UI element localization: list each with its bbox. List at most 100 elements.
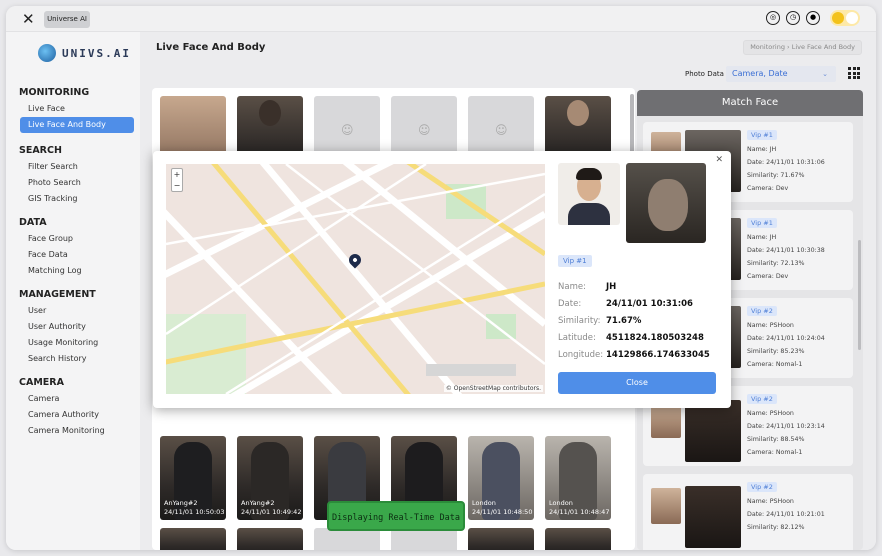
match-similarity: Similarity: 88.54% xyxy=(747,436,805,443)
map-attribution[interactable]: © OpenStreetMap contributors. xyxy=(443,385,543,392)
captured-face-image xyxy=(685,486,741,548)
sidebar-item-face-group[interactable]: Face Group xyxy=(6,231,140,247)
nav-section-title: MONITORING xyxy=(19,87,90,98)
vip-badge: Vip #2 xyxy=(747,482,777,492)
grid-view-icon[interactable] xyxy=(847,66,861,80)
thumb-caption: AnYang#2 24/11/01 10:50:03 xyxy=(164,499,225,516)
match-date: Date: 24/11/01 10:21:01 xyxy=(747,511,825,518)
vip-badge: Vip #1 xyxy=(558,255,592,267)
captured-face xyxy=(648,179,688,231)
match-name: Name: PSHoon xyxy=(747,410,794,417)
detail-value: 71.67% xyxy=(606,316,642,326)
globe-icon[interactable]: ◎ xyxy=(766,11,780,25)
top-bar: ✕ Universe AI ◎ ◷ ● xyxy=(6,6,876,32)
logo: UNIVS.AI xyxy=(38,44,131,62)
placeholder-face-icon: ☺ xyxy=(418,123,431,137)
match-similarity: Similarity: 82.12% xyxy=(747,524,805,531)
nav-section-title: SEARCH xyxy=(19,145,62,156)
vip-badge: Vip #1 xyxy=(747,218,777,228)
sidebar-item-photo-search[interactable]: Photo Search xyxy=(6,175,140,191)
zoom-in-button[interactable]: + xyxy=(172,169,182,180)
gallery-thumb[interactable]: London 24/11/01 10:48:47 xyxy=(545,436,611,520)
detail-name: Name: JH xyxy=(558,282,616,292)
sidebar-item-search-history[interactable]: Search History xyxy=(6,351,140,367)
match-camera: Camera: Nomal-1 xyxy=(747,449,803,456)
user-icon[interactable]: ● xyxy=(806,11,820,25)
match-panel-title: Match Face xyxy=(637,90,863,116)
sidebar-item-camera-authority[interactable]: Camera Authority xyxy=(6,407,140,423)
face-hair xyxy=(576,168,602,180)
scrollbar[interactable] xyxy=(858,240,861,350)
map-tiles xyxy=(166,164,545,394)
close-icon[interactable]: ✕ xyxy=(715,155,723,165)
gallery-thumb[interactable] xyxy=(468,528,534,550)
vip-badge: Vip #2 xyxy=(747,394,777,404)
placeholder-face-icon: ☺ xyxy=(341,123,354,137)
match-name: Name: JH xyxy=(747,146,777,153)
top-icons: ◎ ◷ ● xyxy=(766,10,860,26)
nav-menu: MONITORING Live Face Live Face And Body … xyxy=(6,77,140,439)
app-window: ✕ Universe AI ◎ ◷ ● UNIVS.AI MONITORING … xyxy=(6,6,876,550)
detail-longitude: Longitude: 14129866.174633045 xyxy=(558,350,710,360)
clock-icon[interactable]: ◷ xyxy=(786,11,800,25)
thumb-caption: AnYang#2 24/11/01 10:49:42 xyxy=(241,499,302,516)
sidebar-item-camera-monitoring[interactable]: Camera Monitoring xyxy=(6,423,140,439)
detail-label: Date: xyxy=(558,299,582,309)
close-button[interactable]: Close xyxy=(558,372,716,394)
gallery-thumb[interactable] xyxy=(160,528,226,550)
brand-name: UNIVS.AI xyxy=(62,46,131,60)
detail-date: Date: 24/11/01 10:31:06 xyxy=(558,299,693,309)
close-icon[interactable]: ✕ xyxy=(22,10,35,28)
match-similarity: Similarity: 71.67% xyxy=(747,172,805,179)
logo-icon xyxy=(38,44,56,62)
gallery-thumb[interactable] xyxy=(545,528,611,550)
detail-value: JH xyxy=(606,282,617,292)
match-card[interactable]: Vip #2 Name: PSHoon Date: 24/11/01 10:21… xyxy=(643,474,853,550)
nav-section-title: DATA xyxy=(19,217,47,228)
location-map[interactable]: + − © OpenStreetMap contributors. xyxy=(166,164,545,394)
gallery-thumb[interactable]: AnYang#2 24/11/01 10:50:03 xyxy=(160,436,226,520)
match-name: Name: PSHoon xyxy=(747,498,794,505)
zoom-out-button[interactable]: − xyxy=(172,180,182,191)
photo-data-value: Camera, Date xyxy=(732,69,788,78)
sidebar-item-user[interactable]: User xyxy=(6,303,140,319)
breadcrumb: Monitoring › Live Face And Body xyxy=(743,40,862,55)
breadcrumb-item[interactable]: Monitoring xyxy=(750,43,785,51)
face-body xyxy=(568,203,610,225)
photo-data-select[interactable]: Camera, Date ⌄ xyxy=(726,66,836,82)
gallery-thumb[interactable]: AnYang#2 24/11/01 10:49:42 xyxy=(237,436,303,520)
sidebar-item-gis-tracking[interactable]: GIS Tracking xyxy=(6,191,140,207)
match-date: Date: 24/11/01 10:30:38 xyxy=(747,247,825,254)
match-similarity: Similarity: 72.13% xyxy=(747,260,805,267)
sidebar-item-face-data[interactable]: Face Data xyxy=(6,247,140,263)
match-camera: Camera: Nomal-1 xyxy=(747,361,803,368)
theme-toggle[interactable] xyxy=(830,10,860,26)
detail-label: Longitude: xyxy=(558,350,604,360)
sidebar-item-usage-monitoring[interactable]: Usage Monitoring xyxy=(6,335,140,351)
placeholder-face-icon: ☺ xyxy=(495,123,508,137)
detail-label: Name: xyxy=(558,282,586,292)
detail-value: 4511824.180503248 xyxy=(606,333,704,343)
match-name: Name: PSHoon xyxy=(747,322,794,329)
sidebar-item-user-authority[interactable]: User Authority xyxy=(6,319,140,335)
registered-face-image xyxy=(651,488,681,524)
detail-label: Similarity: xyxy=(558,316,601,326)
match-date: Date: 24/11/01 10:23:14 xyxy=(747,423,825,430)
gallery-thumb[interactable]: London 24/11/01 10:48:50 xyxy=(468,436,534,520)
gallery-thumb[interactable] xyxy=(237,528,303,550)
detail-label: Latitude: xyxy=(558,333,596,343)
match-date: Date: 24/11/01 10:24:04 xyxy=(747,335,825,342)
sidebar-item-camera[interactable]: Camera xyxy=(6,391,140,407)
nav-section-title: CAMERA xyxy=(19,377,64,388)
sidebar-item-matching-log[interactable]: Matching Log xyxy=(6,263,140,279)
zoom-control[interactable]: + − xyxy=(171,168,183,192)
browser-tab[interactable]: Universe AI xyxy=(44,11,90,28)
sidebar-item-live-face[interactable]: Live Face xyxy=(6,101,140,117)
sidebar-item-live-face-and-body[interactable]: Live Face And Body xyxy=(20,117,134,133)
match-date: Date: 24/11/01 10:31:06 xyxy=(747,159,825,166)
match-camera: Camera: Dev xyxy=(747,273,789,280)
detail-value: 14129866.174633045 xyxy=(606,350,710,360)
thumb-caption: London 24/11/01 10:48:47 xyxy=(549,499,610,516)
sidebar-item-filter-search[interactable]: Filter Search xyxy=(6,159,140,175)
match-similarity: Similarity: 85.23% xyxy=(747,348,805,355)
